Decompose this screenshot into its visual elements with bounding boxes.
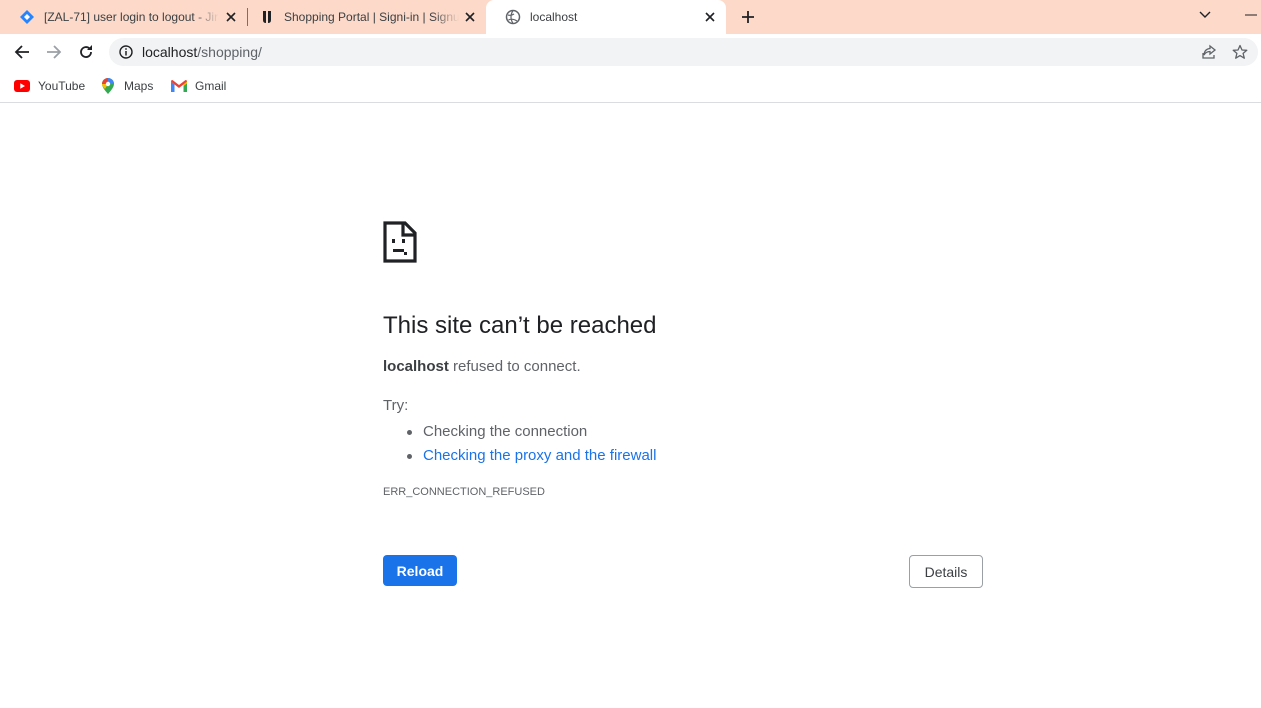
back-arrow-icon[interactable] bbox=[10, 40, 34, 64]
suggestion-item: Checking the proxy and the firewall bbox=[407, 444, 656, 468]
globe-icon bbox=[505, 9, 521, 25]
tab-title: localhost bbox=[530, 10, 578, 24]
error-summary-text: refused to connect. bbox=[448, 358, 581, 375]
bookmark-maps[interactable]: Maps bbox=[100, 76, 153, 96]
portal-logo-icon bbox=[259, 9, 275, 25]
suggestion-proxy-firewall-link[interactable]: Checking the proxy and the firewall bbox=[423, 447, 656, 464]
url-host: localhost bbox=[142, 44, 198, 60]
error-heading: This site can’t be reached bbox=[383, 312, 657, 339]
share-icon[interactable] bbox=[1201, 44, 1217, 60]
bookmark-label: Maps bbox=[124, 79, 154, 93]
close-icon[interactable] bbox=[702, 9, 718, 25]
maps-icon bbox=[100, 78, 116, 94]
bookmark-label: Gmail bbox=[195, 79, 227, 93]
error-summary: localhost refused to connect. bbox=[383, 357, 581, 377]
url-text: localhost/shopping/ bbox=[142, 44, 262, 60]
youtube-icon bbox=[14, 78, 30, 94]
bookmark-star-icon[interactable] bbox=[1232, 44, 1248, 60]
suggestion-check-connection: Checking the connection bbox=[423, 423, 588, 440]
jira-icon bbox=[19, 9, 35, 25]
bookmark-label: YouTube bbox=[38, 79, 86, 93]
tab-localhost[interactable]: localhost bbox=[486, 0, 726, 34]
details-button[interactable]: Details bbox=[909, 555, 983, 588]
error-host: localhost bbox=[383, 358, 449, 375]
tab-strip: [ZAL-71] user login to logout - Jira Sho… bbox=[0, 0, 1261, 34]
reload-icon[interactable] bbox=[74, 40, 98, 64]
close-icon[interactable] bbox=[223, 9, 239, 25]
error-code: ERR_CONNECTION_REFUSED bbox=[383, 486, 545, 498]
try-label: Try: bbox=[383, 397, 409, 414]
forward-arrow-icon[interactable] bbox=[42, 40, 66, 64]
tab-jira[interactable]: [ZAL-71] user login to logout - Jira bbox=[0, 0, 247, 34]
bookmark-gmail[interactable]: Gmail bbox=[171, 76, 226, 96]
address-bar[interactable]: localhost/shopping/ bbox=[109, 38, 1258, 66]
bookmark-youtube[interactable]: YouTube bbox=[14, 76, 85, 96]
minimize-icon[interactable] bbox=[1242, 6, 1260, 24]
reload-button[interactable]: Reload bbox=[383, 555, 457, 586]
new-tab-icon[interactable] bbox=[737, 6, 759, 28]
gmail-icon bbox=[171, 78, 187, 94]
url-path: /shopping/ bbox=[197, 44, 262, 60]
bookmarks-bar: YouTube Maps Gmail bbox=[0, 70, 1261, 103]
tab-title: [ZAL-71] user login to logout - Jira bbox=[44, 10, 219, 24]
chevron-down-icon[interactable] bbox=[1196, 6, 1214, 24]
browser-toolbar: localhost/shopping/ bbox=[0, 34, 1261, 70]
tab-title: Shopping Portal | Signi-in | Signup bbox=[284, 10, 459, 24]
sad-document-icon bbox=[383, 221, 417, 263]
info-icon[interactable] bbox=[118, 44, 134, 60]
suggestion-item: Checking the connection bbox=[407, 420, 656, 444]
suggestion-list: Checking the connection Checking the pro… bbox=[407, 420, 656, 468]
close-icon[interactable] bbox=[462, 9, 478, 25]
tab-shopping-portal[interactable]: Shopping Portal | Signi-in | Signup bbox=[240, 0, 486, 34]
